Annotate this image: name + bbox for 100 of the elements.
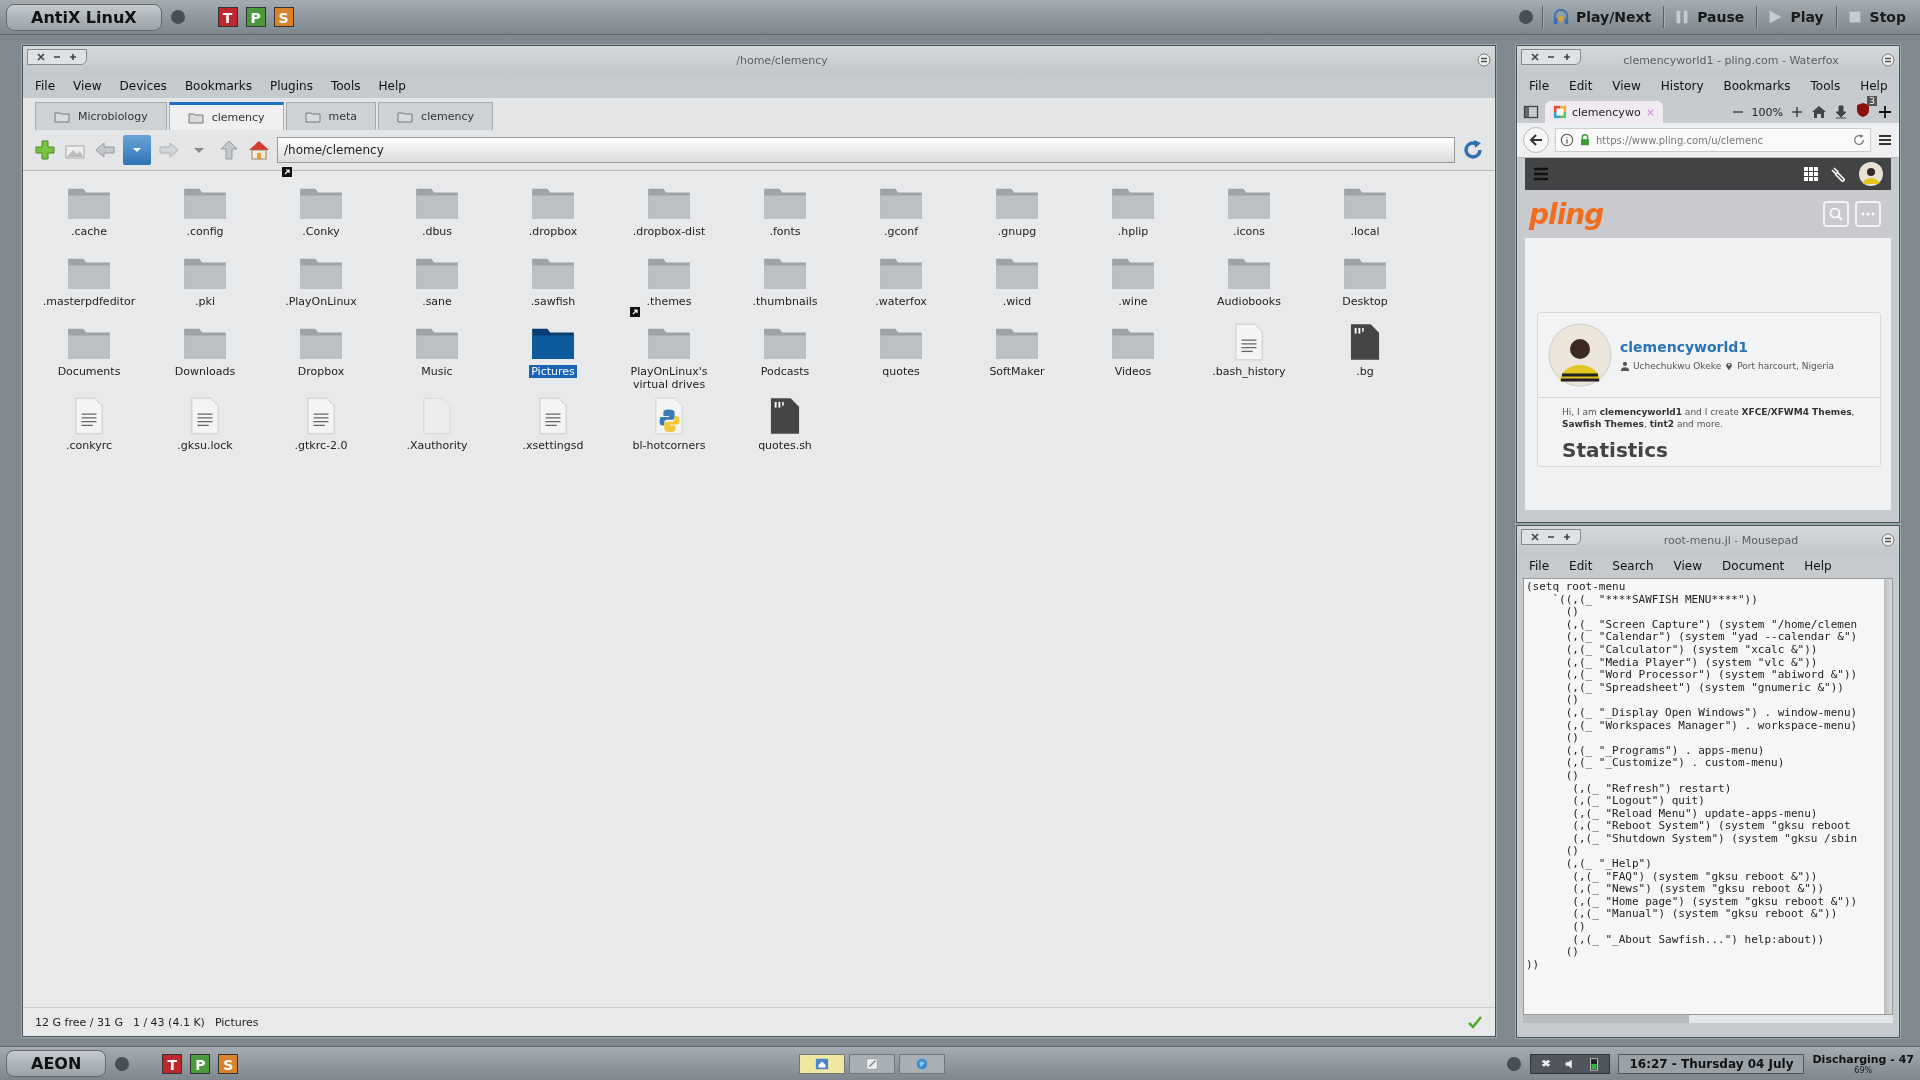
clock[interactable]: 16:27 - Thursday 04 July [1618, 1053, 1805, 1074]
wrench-icon[interactable] [1831, 166, 1847, 182]
apps-grid-icon[interactable] [1803, 166, 1819, 182]
maximize-icon[interactable] [68, 52, 78, 62]
menu-item[interactable]: Tools [1810, 79, 1841, 93]
text-area[interactable] [1523, 578, 1893, 1015]
window-menu-icon[interactable] [1881, 533, 1895, 547]
download-icon[interactable] [1833, 104, 1849, 120]
menu-icon[interactable] [1877, 132, 1893, 148]
file-name[interactable]: .cache [68, 225, 110, 238]
workspace-dot-icon[interactable] [114, 1055, 131, 1072]
file-name[interactable]: quotes [880, 365, 922, 378]
file-name[interactable]: .sane [420, 295, 454, 308]
text-file-icon[interactable] [1234, 323, 1264, 361]
view-dropdown-button[interactable] [123, 135, 151, 165]
file-name[interactable]: .hplip [1115, 225, 1151, 238]
close-icon[interactable] [1530, 52, 1540, 62]
workspace-dot-icon[interactable] [169, 9, 186, 25]
text-file-icon[interactable] [306, 397, 336, 435]
text-file-icon[interactable] [190, 397, 220, 435]
file-name[interactable]: .Conky [300, 225, 342, 238]
file-name[interactable]: .thumbnails [750, 295, 820, 308]
menu-item[interactable]: Help [1804, 559, 1832, 573]
file-name[interactable]: .themes [644, 295, 694, 308]
menu-item[interactable]: View [73, 79, 102, 93]
menu-item[interactable]: Help [378, 79, 406, 93]
file-name[interactable]: Music [419, 365, 455, 378]
zoom-in-icon[interactable] [1789, 104, 1805, 120]
file-name[interactable]: .wicd [1000, 295, 1034, 308]
menu-item[interactable]: History [1660, 79, 1704, 93]
menu-item[interactable]: File [1529, 559, 1550, 573]
file-name[interactable]: .icons [1230, 225, 1267, 238]
start-menu-button[interactable]: AEON [6, 1050, 107, 1077]
media-button[interactable]: Play/Next [1576, 9, 1652, 25]
launcher-button[interactable]: P [190, 1053, 211, 1074]
script-file-icon[interactable] [1350, 323, 1380, 361]
file-name[interactable]: Audiobooks [1215, 295, 1283, 308]
maximize-icon[interactable] [1562, 532, 1572, 542]
home-icon[interactable] [247, 138, 271, 162]
file-name[interactable]: Downloads [172, 365, 238, 378]
script-file-icon[interactable] [770, 397, 800, 435]
taskbar-button[interactable] [899, 1053, 946, 1074]
file-name[interactable]: PlayOnLinux's virtual drives [615, 365, 723, 391]
file-name[interactable]: .fonts [767, 225, 803, 238]
file-name[interactable]: .gnupg [995, 225, 1039, 238]
menu-item[interactable]: Edit [1569, 79, 1593, 93]
window-menu-icon[interactable] [1881, 53, 1895, 67]
python-file-icon[interactable] [654, 397, 684, 435]
close-tab-icon[interactable] [1645, 107, 1655, 117]
menu-item[interactable]: Search [1612, 559, 1654, 573]
tab[interactable]: Microbiology [35, 102, 167, 130]
file-name[interactable]: .xsettingsd [520, 439, 586, 452]
file-name[interactable]: .config [184, 225, 226, 238]
menu-item[interactable]: Bookmarks [1723, 79, 1791, 93]
file-name[interactable]: .pki [193, 295, 217, 308]
search-button[interactable] [1823, 201, 1849, 227]
menu-item[interactable]: Plugins [269, 79, 313, 93]
url-field[interactable]: https://www.pling.com/u/clemenc [1555, 128, 1871, 152]
file-name[interactable]: .sawfish [528, 295, 578, 308]
file-name[interactable]: .gtkrc-2.0 [292, 439, 350, 452]
file-name[interactable]: .PlayOnLinux [283, 295, 359, 308]
file-name[interactable]: .conkyrc [63, 439, 115, 452]
file-name[interactable]: Dropbox [295, 365, 347, 378]
back-button[interactable] [1523, 127, 1549, 153]
username-link[interactable]: clemencyworld1 [1620, 339, 1834, 355]
close-icon[interactable] [1530, 532, 1540, 542]
tab[interactable]: clemency [168, 102, 284, 130]
maximize-icon[interactable] [1562, 52, 1572, 62]
file-name[interactable]: Podcasts [758, 365, 812, 378]
tab[interactable]: clemency [378, 102, 493, 130]
menu-item[interactable]: View [1612, 79, 1641, 93]
file-name[interactable]: .local [1348, 225, 1382, 238]
menu-item[interactable]: Help [1860, 79, 1888, 93]
tab[interactable]: meta [285, 102, 377, 130]
location-field[interactable]: /home/clemency [277, 137, 1455, 163]
more-button[interactable] [1855, 201, 1881, 227]
new-tab-icon[interactable] [1877, 104, 1893, 120]
menu-item[interactable]: Bookmarks [184, 79, 252, 93]
taskbar-button[interactable] [799, 1053, 846, 1074]
add-icon[interactable] [33, 138, 57, 162]
menu-item[interactable]: Devices [119, 79, 167, 93]
file-name[interactable]: .bg [1354, 365, 1376, 378]
vertical-scrollbar[interactable] [1884, 579, 1892, 1014]
file-name[interactable]: Desktop [1340, 295, 1390, 308]
reload-icon[interactable] [1852, 133, 1866, 147]
home-icon[interactable] [1811, 104, 1827, 120]
launcher-button[interactable]: T [162, 1053, 183, 1074]
media-button[interactable]: Pause [1697, 9, 1745, 25]
file-name[interactable]: .dropbox [526, 225, 580, 238]
file-name[interactable]: .bash_history [1210, 365, 1288, 378]
menu-item[interactable]: View [1673, 559, 1703, 573]
text-file-icon[interactable] [538, 397, 568, 435]
menu-item[interactable]: File [1529, 79, 1550, 93]
file-name[interactable]: .waterfox [873, 295, 929, 308]
launcher-button[interactable]: P [245, 7, 266, 27]
file-name[interactable]: .masterpdfeditor [40, 295, 138, 308]
info-icon[interactable] [1560, 133, 1574, 147]
workspace-dot-icon[interactable] [1518, 9, 1534, 25]
launcher-button[interactable]: T [217, 7, 238, 27]
menu-item[interactable]: File [35, 79, 56, 93]
